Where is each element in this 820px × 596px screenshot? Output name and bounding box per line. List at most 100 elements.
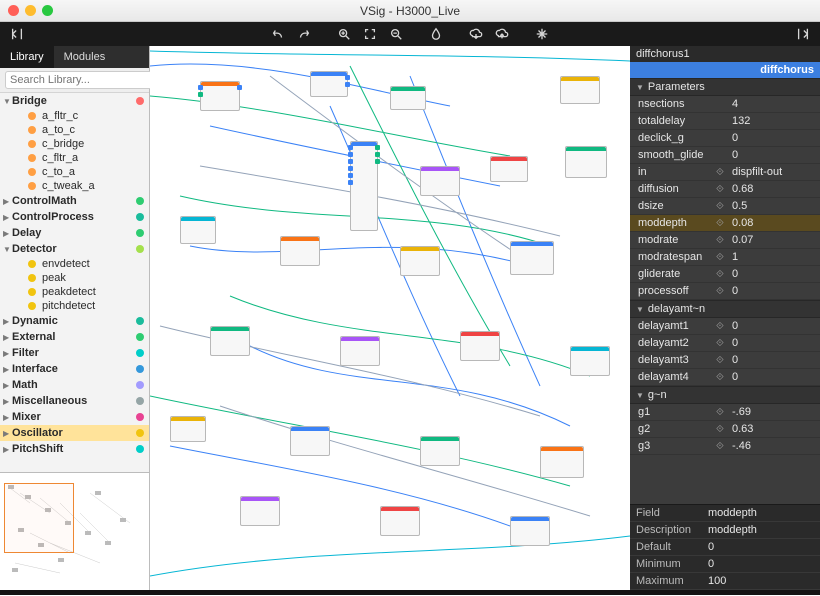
category-bridge[interactable]: ▼Bridge [0,93,149,109]
patch-node[interactable] [210,326,250,356]
patch-node[interactable] [310,71,348,97]
category-external[interactable]: ▶External [0,329,149,345]
param-moddepth[interactable]: moddepth⟐0.08 [630,215,820,232]
zoom-in-icon[interactable] [333,24,355,44]
param-delayamt1[interactable]: delayamt1⟐0 [630,318,820,335]
category-mixer[interactable]: ▶Mixer [0,409,149,425]
param-declick_g[interactable]: declick_g0 [630,130,820,147]
param-totaldelay[interactable]: totaldelay132 [630,113,820,130]
collapse-inspector-icon[interactable] [792,24,814,44]
redo-icon[interactable] [293,24,315,44]
sidebar-tabs: Library Modules [0,46,149,68]
category-math[interactable]: ▶Math [0,377,149,393]
category-oscillator[interactable]: ▶Oscillator [0,425,149,441]
inspector-section[interactable]: ▼delayamt~n [630,300,820,318]
module-c_to_a[interactable]: c_to_a [0,165,149,179]
patch-node[interactable] [170,416,206,442]
patch-node[interactable] [340,336,380,366]
param-gliderate[interactable]: gliderate⟐0 [630,266,820,283]
patch-node[interactable] [290,426,330,456]
param-delayamt3[interactable]: delayamt3⟐0 [630,352,820,369]
module-a_fltr_c[interactable]: a_fltr_c [0,109,149,123]
meta-minimum: Minimum0 [630,556,820,573]
param-delayamt4[interactable]: delayamt4⟐0 [630,369,820,386]
patch-node[interactable] [400,246,440,276]
drop-icon[interactable] [425,24,447,44]
param-delayamt2[interactable]: delayamt2⟐0 [630,335,820,352]
patch-node[interactable] [380,506,420,536]
module-c_bridge[interactable]: c_bridge [0,137,149,151]
param-in[interactable]: in⟐dispfilt-out [630,164,820,181]
param-g2[interactable]: g2⟐0.63 [630,421,820,438]
toolbar [0,22,820,46]
patch-node[interactable] [350,141,378,231]
zoom-fit-icon[interactable] [359,24,381,44]
module-peakdetect[interactable]: peakdetect [0,285,149,299]
category-interface[interactable]: ▶Interface [0,361,149,377]
module-c_tweak_a[interactable]: c_tweak_a [0,179,149,193]
sparkle-icon[interactable] [531,24,553,44]
param-processoff[interactable]: processoff⟐0 [630,283,820,300]
patch-node[interactable] [180,216,216,244]
patch-node[interactable] [420,436,460,466]
library-search-input[interactable] [5,71,157,89]
param-smooth_glide[interactable]: smooth_glide0 [630,147,820,164]
category-pitchshift[interactable]: ▶PitchShift [0,441,149,457]
module-envdetect[interactable]: envdetect [0,257,149,271]
patch-node[interactable] [490,156,528,182]
inspector-section[interactable]: ▼g~n [630,386,820,404]
patch-node[interactable] [280,236,320,266]
zoom-out-icon[interactable] [385,24,407,44]
meta-field: Fieldmoddepth [630,505,820,522]
param-g1[interactable]: g1⟐-.69 [630,404,820,421]
cloud-up-icon[interactable] [491,24,513,44]
param-modratespan[interactable]: modratespan⟐1 [630,249,820,266]
category-controlprocess[interactable]: ▶ControlProcess [0,209,149,225]
patch-node[interactable] [560,76,600,104]
category-filter[interactable]: ▶Filter [0,345,149,361]
category-controlmath[interactable]: ▶ControlMath [0,193,149,209]
param-nsections[interactable]: nsections4 [630,96,820,113]
inspector-object-type: diffchorus [630,62,820,78]
category-detector[interactable]: ▼Detector [0,241,149,257]
tab-library[interactable]: Library [0,46,54,68]
titlebar: VSig - H3000_Live [0,0,820,22]
category-delay[interactable]: ▶Delay [0,225,149,241]
collapse-sidebar-icon[interactable] [6,24,28,44]
category-dynamic[interactable]: ▶Dynamic [0,313,149,329]
inspector-params[interactable]: ▼Parametersnsections4totaldelay132declic… [630,78,820,504]
param-dsize[interactable]: dsize⟐0.5 [630,198,820,215]
meta-maximum: Maximum100 [630,573,820,590]
param-modrate[interactable]: modrate⟐0.07 [630,232,820,249]
undo-icon[interactable] [267,24,289,44]
module-c_fltr_a[interactable]: c_fltr_a [0,151,149,165]
patch-node[interactable] [540,446,584,478]
patch-node[interactable] [420,166,460,196]
module-pitchdetect[interactable]: pitchdetect [0,299,149,313]
meta-default: Default0 [630,539,820,556]
inspector-meta: FieldmoddepthDescriptionmoddepthDefault0… [630,504,820,590]
category-miscellaneous[interactable]: ▶Miscellaneous [0,393,149,409]
patch-node[interactable] [510,241,554,275]
cloud-down-icon[interactable] [465,24,487,44]
minimap[interactable] [0,472,149,590]
minimap-viewport[interactable] [4,483,74,553]
patch-node[interactable] [390,86,426,110]
patch-node[interactable] [200,81,240,111]
patch-canvas[interactable] [150,46,630,590]
module-a_to_c[interactable]: a_to_c [0,123,149,137]
tab-modules[interactable]: Modules [54,46,116,68]
patch-node[interactable] [240,496,280,526]
patch-node[interactable] [510,516,550,546]
param-diffusion[interactable]: diffusion⟐0.68 [630,181,820,198]
inspector-section[interactable]: ▼Parameters [630,78,820,96]
inspector-panel: diffchorus1 diffchorus ▼Parametersnsecti… [630,46,820,590]
library-tree[interactable]: ▼Bridgea_fltr_ca_to_cc_bridgec_fltr_ac_t… [0,93,149,472]
meta-description: Descriptionmoddepth [630,522,820,539]
param-g3[interactable]: g3⟐-.46 [630,438,820,455]
patch-node[interactable] [460,331,500,361]
window-title: VSig - H3000_Live [0,4,820,18]
patch-node[interactable] [565,146,607,178]
module-peak[interactable]: peak [0,271,149,285]
patch-node[interactable] [570,346,610,376]
